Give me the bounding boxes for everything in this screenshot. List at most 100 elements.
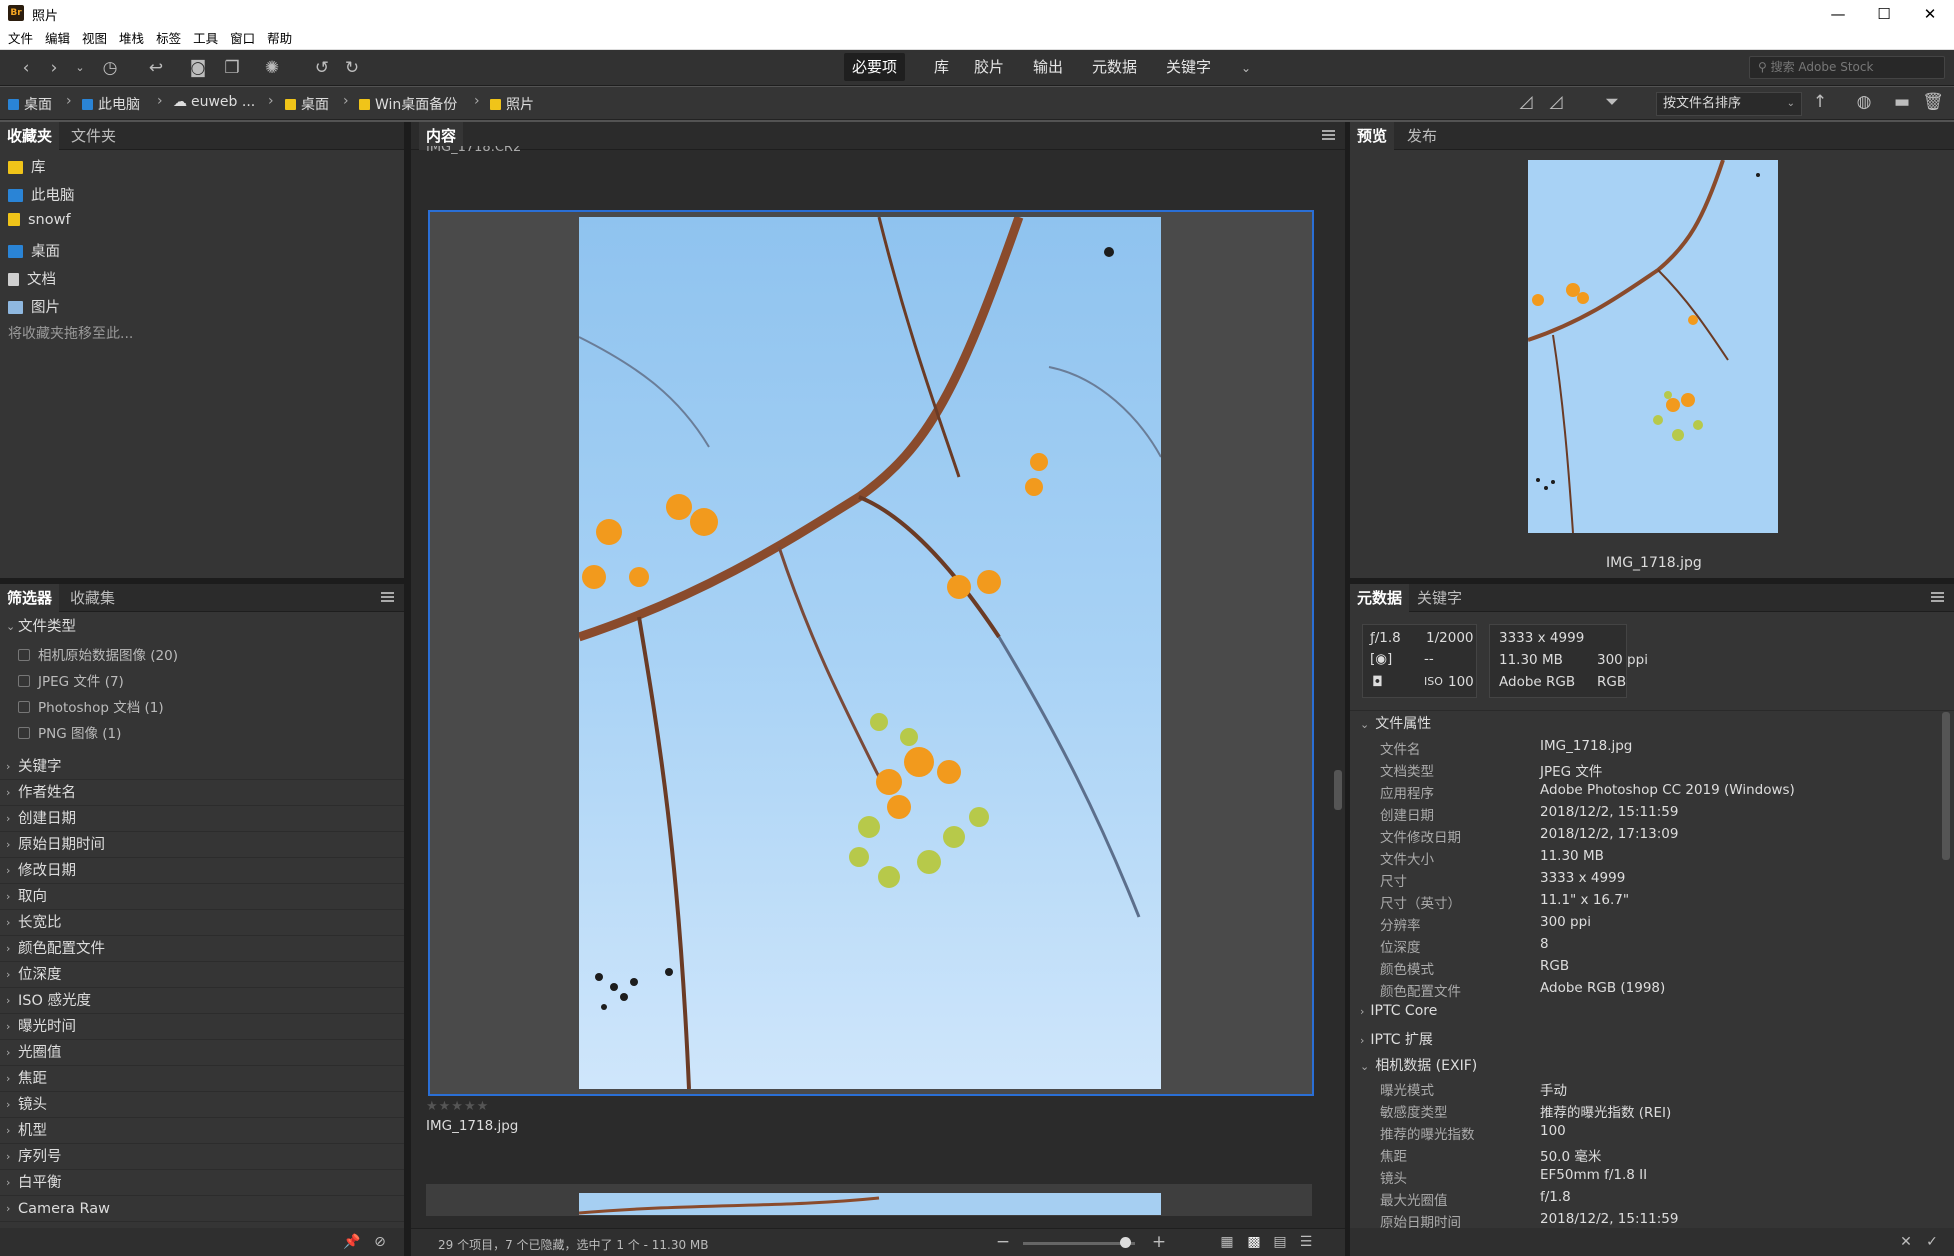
menu-edit[interactable]: 编辑 [45,28,70,50]
delete-icon[interactable]: 🗑 [1921,91,1945,113]
filter-category[interactable]: › 取向 [0,884,404,910]
tab-favorites[interactable]: 收藏夹 [0,122,60,150]
exif-value[interactable]: f/1.8 [1540,1189,1571,1205]
breadcrumb-photos[interactable]: 照片 [490,94,534,114]
filter-category[interactable]: › 镜头 [0,1092,404,1118]
property-value[interactable]: Adobe RGB (1998) [1540,980,1665,996]
filter-category[interactable]: › 原始日期时间 [0,832,404,858]
rotate-left-icon[interactable]: ↺ [310,57,334,79]
workspace-library[interactable]: 库 [926,53,957,81]
tab-publish[interactable]: 发布 [1400,122,1444,150]
favorite-library[interactable]: 库 [8,156,46,177]
panel-divider[interactable] [1350,578,1954,584]
favorite-pictures[interactable]: 图片 [8,296,60,317]
property-value[interactable]: JPEG 文件 [1540,760,1602,780]
exif-value[interactable]: 推荐的曝光指数 (REI) [1540,1101,1671,1121]
filter-category[interactable]: › 关键字 [0,754,404,780]
tab-preview[interactable]: 预览 [1350,122,1395,150]
open-recent-icon[interactable]: ◍ [1852,91,1876,113]
menu-view[interactable]: 视图 [82,28,107,50]
property-value[interactable]: RGB [1540,958,1569,974]
exif-value[interactable]: EF50mm f/1.8 II [1540,1167,1647,1183]
menu-tools[interactable]: 工具 [193,28,218,50]
metadata-scrollbar-thumb[interactable] [1942,712,1950,860]
tab-metadata[interactable]: 元数据 [1350,584,1410,612]
filter-category[interactable]: › 焦距 [0,1066,404,1092]
checkbox[interactable] [18,649,30,661]
favorite-desktop[interactable]: 桌面 [8,240,60,261]
filter-category[interactable]: › 光圈值 [0,1040,404,1066]
zoom-slider[interactable] [1023,1242,1135,1245]
breadcrumb-desktop[interactable]: 桌面 [8,94,52,114]
menu-label[interactable]: 标签 [156,28,181,50]
refine-icon[interactable]: ❐ [220,57,244,79]
tab-folders[interactable]: 文件夹 [64,122,123,150]
new-folder-icon[interactable]: ▬ [1890,91,1914,113]
property-value[interactable]: 2018/12/2, 17:13:09 [1540,826,1678,842]
property-value[interactable]: 300 ppi [1540,914,1591,930]
filter-category[interactable]: › 序列号 [0,1144,404,1170]
stock-search-input[interactable]: ⚲ 搜索 Adobe Stock [1749,56,1945,79]
filter-item-png[interactable]: PNG 图像 (1) [18,722,121,742]
workspace-more-icon[interactable]: ⌄ [1234,57,1258,79]
panel-divider[interactable] [0,578,404,584]
favorite-snowf[interactable]: snowf [8,212,71,228]
filter-icon[interactable]: ⏷ [1600,91,1624,113]
filter-category[interactable]: › 机型 [0,1118,404,1144]
filter-category[interactable]: › 创建日期 [0,806,404,832]
filter-category[interactable]: › 颜色配置文件 [0,936,404,962]
panel-divider[interactable] [1345,122,1350,1256]
scrollbar-thumb[interactable] [1334,770,1342,810]
property-value[interactable]: 11.30 MB [1540,848,1604,864]
checkbox[interactable] [18,701,30,713]
workspace-filmstrip[interactable]: 胶片 [966,53,1012,81]
panel-divider[interactable] [404,122,411,1256]
grid-lock-icon[interactable]: ▦ [1215,1231,1239,1253]
property-value[interactable]: 3333 x 4999 [1540,870,1625,886]
section-iptc-extension[interactable]: › IPTC 扩展 [1360,1029,1433,1049]
section-camera-data-exif[interactable]: ⌄ 相机数据 (EXIF) [1360,1055,1477,1075]
pin-icon[interactable]: 📌 [340,1231,364,1253]
filter-item-raw[interactable]: 相机原始数据图像 (20) [18,644,178,664]
clear-filter-icon[interactable]: ⊘ [368,1231,392,1253]
forward-icon[interactable]: › [42,57,66,79]
tab-keywords[interactable]: 关键字 [1410,584,1469,612]
menu-stack[interactable]: 堆栈 [119,28,144,50]
recent-icon[interactable]: ◷ [98,57,122,79]
breadcrumb-euweb[interactable]: ☁ euweb ... [173,94,255,110]
cancel-icon[interactable]: ✕ [1894,1231,1918,1253]
filter-category[interactable]: › 长宽比 [0,910,404,936]
breadcrumb-desktop-2[interactable]: 桌面 [285,94,329,114]
panel-menu-icon[interactable] [1322,130,1335,140]
boomerang-icon[interactable]: ↩ [144,57,168,79]
sort-ascending-icon[interactable]: ↑ [1808,91,1832,113]
quality-icon[interactable]: ◿ [1514,91,1538,113]
rotate-right-icon[interactable]: ↻ [340,57,364,79]
panel-menu-icon[interactable] [1931,592,1944,602]
filter-category[interactable]: › 作者姓名 [0,780,404,806]
tab-filter[interactable]: 筛选器 [0,584,60,612]
checkbox[interactable] [18,727,30,739]
filter-item-psd[interactable]: Photoshop 文档 (1) [18,696,164,716]
breadcrumb-win-backup[interactable]: Win桌面备份 [359,94,457,114]
property-value[interactable]: IMG_1718.jpg [1540,738,1632,754]
section-file-properties[interactable]: ⌄ 文件属性 [1360,713,1431,733]
workspace-metadata[interactable]: 元数据 [1084,53,1145,81]
thumbnail-view-icon[interactable]: ▩ [1242,1231,1266,1253]
breadcrumb-this-pc[interactable]: 此电脑 [82,94,140,114]
property-value[interactable]: 11.1" x 16.7" [1540,892,1629,908]
workspace-output[interactable]: 输出 [1025,53,1071,81]
filter-file-type[interactable]: ⌄ 文件类型 [0,614,404,640]
open-in-camera-raw-icon[interactable]: ✺ [260,57,284,79]
property-value[interactable]: 8 [1540,936,1549,952]
exif-value[interactable]: 100 [1540,1123,1566,1139]
camera-import-icon[interactable]: ◙ [186,57,210,79]
apply-icon[interactable]: ✓ [1920,1231,1944,1253]
menu-window[interactable]: 窗口 [230,28,255,50]
property-value[interactable]: 2018/12/2, 15:11:59 [1540,804,1678,820]
filter-category[interactable]: › ISO 感光度 [0,988,404,1014]
favorite-documents[interactable]: 文档 [8,268,56,289]
content-scrollbar[interactable] [1334,154,1342,1206]
filter-category[interactable]: › 位深度 [0,962,404,988]
details-view-icon[interactable]: ▤ [1268,1231,1292,1253]
